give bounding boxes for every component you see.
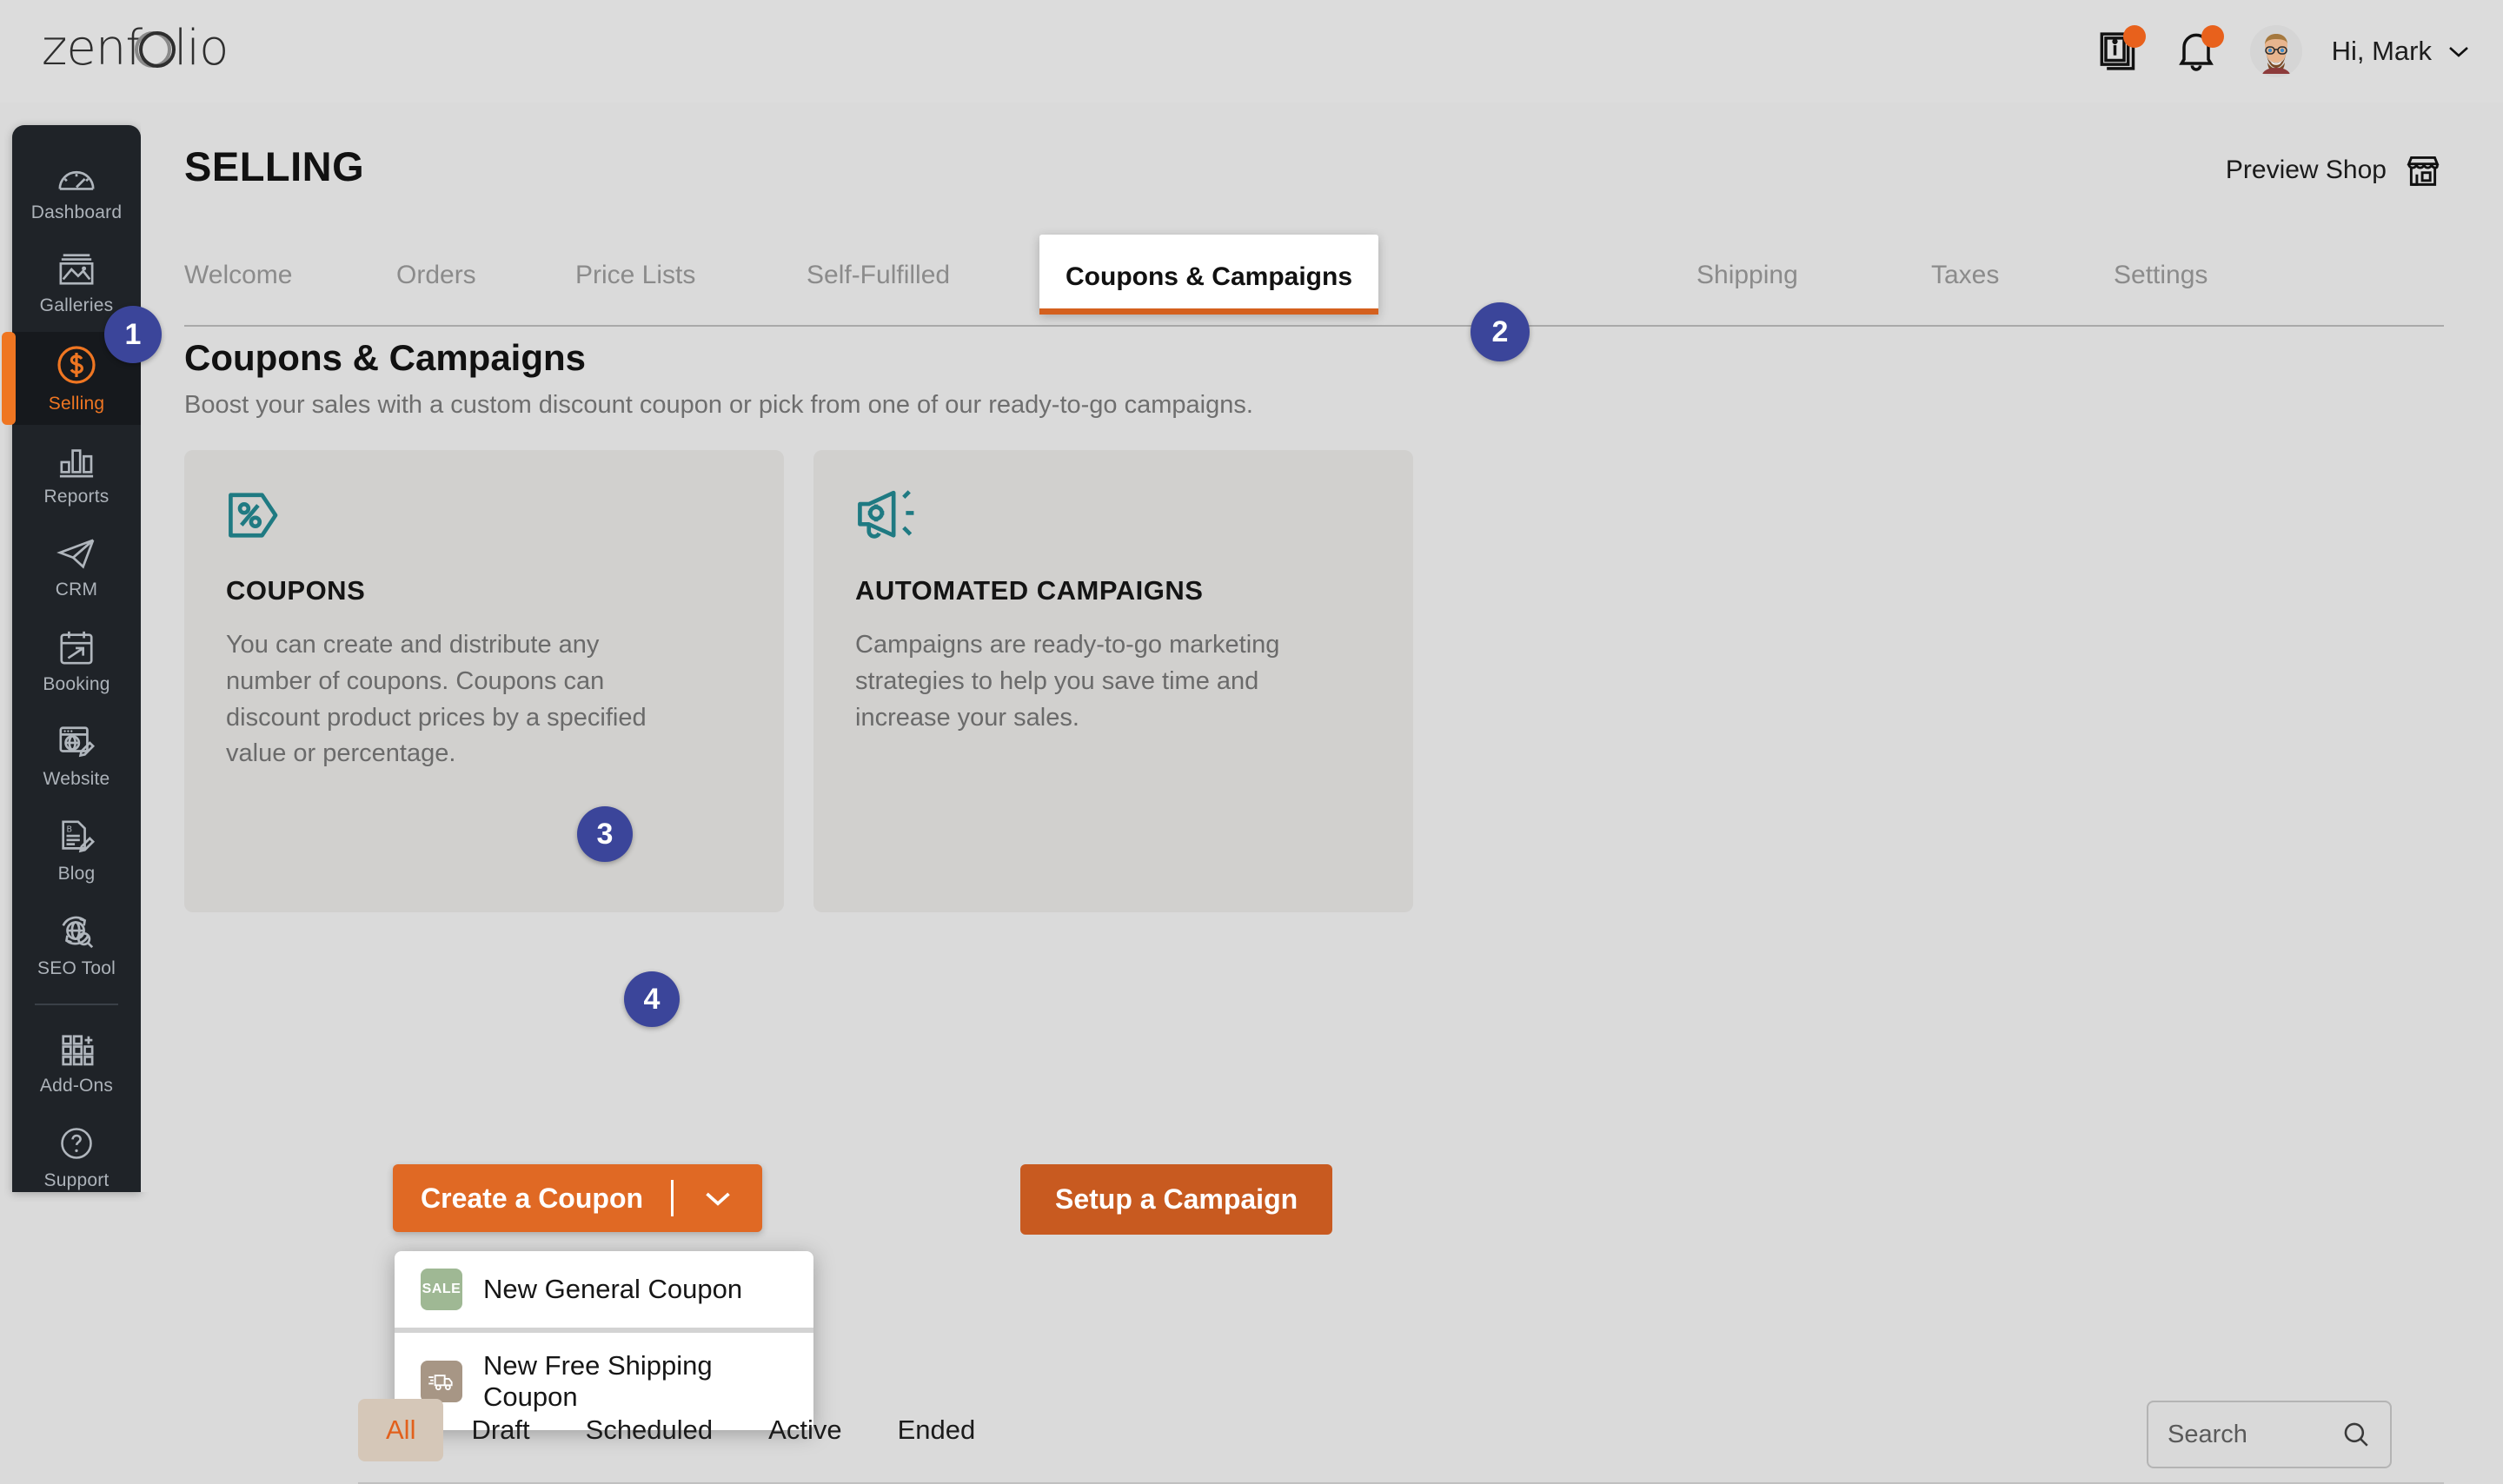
bar-chart-icon xyxy=(59,449,94,478)
search-box[interactable] xyxy=(2147,1401,2392,1468)
sale-tag-icon: SALE xyxy=(421,1269,462,1310)
sidebar: Dashboard Galleries Selling Reports CRM xyxy=(2,125,141,1192)
tab-shipping[interactable]: Shipping xyxy=(1696,261,1798,290)
sidebar-item-dashboard[interactable]: Dashboard xyxy=(12,148,141,234)
delivery-truck-icon xyxy=(421,1361,462,1402)
zenfolio-logo[interactable]: zenf lio zenfolio xyxy=(42,19,302,84)
campaigns-card: AUTOMATED CAMPAIGNS Campaigns are ready-… xyxy=(813,450,1413,912)
photos-icon xyxy=(59,254,94,285)
bell-icon[interactable] xyxy=(2172,25,2224,76)
paper-plane-icon xyxy=(56,539,95,569)
gauge-icon xyxy=(58,170,95,190)
tab-taxes[interactable]: Taxes xyxy=(1931,261,1999,290)
sidebar-divider xyxy=(35,1004,118,1005)
zenfolio-logo-mark: zenf lio xyxy=(42,20,229,76)
grid-plus-icon xyxy=(62,1035,94,1066)
sidebar-item-website[interactable]: Website xyxy=(12,711,141,800)
preview-shop-label: Preview Shop xyxy=(2225,156,2387,184)
coupons-card: COUPONS You can create and distribute an… xyxy=(184,450,784,912)
info-cards: COUPONS You can create and distribute an… xyxy=(184,450,1413,912)
sidebar-item-label: Add-Ons xyxy=(39,1076,114,1096)
create-coupon-label: Create a Coupon xyxy=(421,1182,644,1214)
tab-self-fulfilled[interactable]: Self-Fulfilled xyxy=(807,261,950,290)
create-coupon-dropdown-toggle[interactable] xyxy=(674,1164,762,1232)
megaphone-gear-icon xyxy=(855,488,1371,549)
tab-coupons-campaigns[interactable]: Coupons & Campaigns xyxy=(1039,235,1379,315)
sidebar-item-label: Reports xyxy=(43,487,110,507)
search-icon[interactable] xyxy=(2341,1420,2371,1449)
sale-badge-text: SALE xyxy=(422,1282,461,1296)
sidebar-item-label: SEO Tool xyxy=(37,958,116,978)
sidebar-item-label: Website xyxy=(43,769,110,789)
svg-text:lio: lio xyxy=(174,20,228,76)
book-info-badge xyxy=(2122,25,2146,48)
tab-orders[interactable]: Orders xyxy=(396,261,476,290)
sidebar-item-seo-tool[interactable]: SEO Tool xyxy=(12,900,141,990)
sidebar-item-label: Galleries xyxy=(39,295,114,315)
dollar-circle-icon xyxy=(57,346,96,384)
avatar[interactable] xyxy=(2249,25,2302,77)
card-description: You can create and distribute any number… xyxy=(226,631,647,768)
sidebar-item-label: Selling xyxy=(48,394,105,414)
search-input[interactable] xyxy=(2168,1420,2341,1449)
sidebar-item-label: Booking xyxy=(43,674,110,694)
step-badge-3: 3 xyxy=(577,806,633,862)
sidebar-item-label: Support xyxy=(43,1170,110,1190)
step-badge-2: 2 xyxy=(1471,302,1530,361)
main-panel: SELLING Preview Shop Welcome Orders Pric… xyxy=(141,103,2503,1484)
filter-active[interactable]: Active xyxy=(740,1399,869,1461)
svg-text:B: B xyxy=(67,825,73,834)
sidebar-item-label: CRM xyxy=(55,580,98,600)
book-info-icon[interactable] xyxy=(2094,25,2146,76)
preview-shop-button[interactable]: Preview Shop xyxy=(2226,153,2442,188)
sidebar-item-blog[interactable]: B Blog xyxy=(12,805,141,895)
tab-welcome[interactable]: Welcome xyxy=(184,261,292,290)
sidebar-item-label: Blog xyxy=(57,864,96,884)
top-bar: zenf lio zenfolio xyxy=(0,0,2503,103)
tab-settings[interactable]: Settings xyxy=(2114,261,2208,290)
svg-text:zenf: zenf xyxy=(42,20,143,76)
sidebar-item-booking[interactable]: Booking xyxy=(12,616,141,706)
percent-tag-icon xyxy=(226,488,742,549)
tab-underline xyxy=(184,325,2444,327)
greeting-label: Hi, Mark xyxy=(2331,36,2432,66)
tab-price-lists[interactable]: Price Lists xyxy=(575,261,695,290)
notifications-badge xyxy=(2201,25,2224,48)
menu-item-label: New General Coupon xyxy=(483,1274,743,1304)
sidebar-item-crm[interactable]: CRM xyxy=(12,523,141,611)
sidebar-item-add-ons[interactable]: Add-Ons xyxy=(12,1019,141,1107)
chevron-down-icon xyxy=(2449,47,2468,57)
document-pencil-icon: B xyxy=(62,820,96,853)
filter-scheduled[interactable]: Scheduled xyxy=(558,1399,741,1461)
storefront-icon xyxy=(2407,156,2440,186)
filter-all[interactable]: All xyxy=(358,1399,444,1461)
filter-ended[interactable]: Ended xyxy=(870,1399,1004,1461)
step-badge-1: 1 xyxy=(104,306,162,363)
card-title: AUTOMATED CAMPAIGNS xyxy=(855,575,1204,606)
section-title: Coupons & Campaigns xyxy=(184,337,587,378)
menu-item-new-general-coupon[interactable]: SALE New General Coupon xyxy=(395,1251,813,1328)
step-badge-4: 4 xyxy=(624,971,680,1027)
section-subtitle: Boost your sales with a custom discount … xyxy=(184,391,1253,419)
globe-search-icon xyxy=(62,916,94,949)
create-coupon-button[interactable]: Create a Coupon xyxy=(393,1164,671,1232)
filter-draft[interactable]: Draft xyxy=(443,1399,557,1461)
chevron-down-icon xyxy=(706,1192,730,1206)
card-description: Campaigns are ready-to-go marketing stra… xyxy=(855,631,1280,732)
calendar-arrow-icon xyxy=(60,631,93,665)
user-menu[interactable]: Hi, Mark xyxy=(2332,36,2470,67)
question-circle-icon xyxy=(61,1128,92,1159)
page-title: SELLING xyxy=(184,143,365,189)
status-filter-group: All Draft Scheduled Active Ended xyxy=(358,1399,1003,1461)
browser-pencil-icon xyxy=(59,726,96,758)
tab-bar: Welcome Orders Price Lists Self-Fulfille… xyxy=(141,235,2503,327)
create-coupon-split-button[interactable]: Create a Coupon xyxy=(393,1164,763,1232)
setup-campaign-button[interactable]: Setup a Campaign xyxy=(1020,1164,1333,1235)
sidebar-item-reports[interactable]: Reports xyxy=(12,430,141,518)
top-bar-right-group: Hi, Mark xyxy=(2094,0,2470,103)
sidebar-item-support[interactable]: Support xyxy=(12,1112,141,1202)
sidebar-item-label: Dashboard xyxy=(30,202,123,222)
card-title: COUPONS xyxy=(226,575,366,606)
